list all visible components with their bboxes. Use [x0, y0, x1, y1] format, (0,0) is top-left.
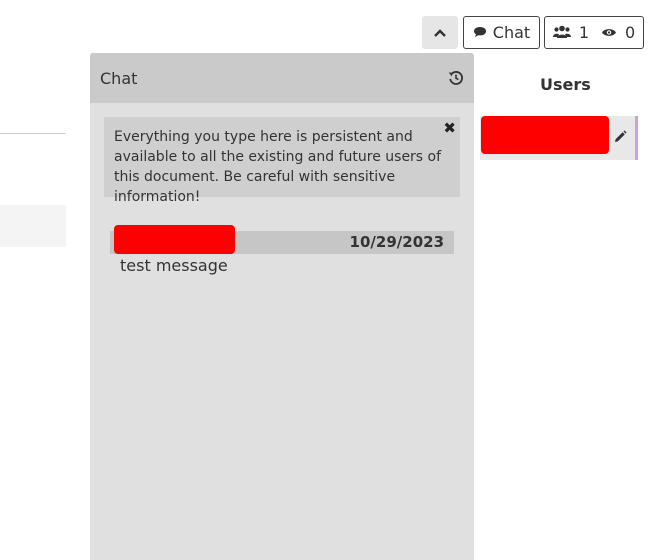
message-header: 10/29/2023 [110, 225, 454, 254]
chat-title: Chat [100, 68, 138, 88]
viewers-count: 0 [625, 23, 636, 42]
chevron-up-icon [433, 23, 447, 42]
warning-text: Everything you type here is persistent a… [114, 129, 442, 205]
comment-icon [473, 23, 487, 42]
chat-panel: Chat Everything you type here is persist… [90, 53, 474, 560]
chat-header: Chat [90, 53, 474, 103]
chat-toggle-button[interactable]: Chat [463, 16, 540, 49]
message-date: 10/29/2023 [349, 233, 444, 251]
message-author-redacted [114, 225, 235, 254]
divider [0, 133, 66, 134]
persistence-warning: Everything you type here is persistent a… [104, 117, 460, 205]
collapse-button[interactable] [422, 16, 458, 49]
message-text: test message [120, 256, 228, 275]
eye-icon [601, 23, 617, 42]
history-icon[interactable] [448, 70, 464, 86]
users-heading: Users [540, 75, 591, 94]
left-panel-item[interactable] [0, 205, 66, 247]
users-icon [552, 23, 571, 42]
pencil-icon[interactable] [613, 129, 627, 148]
chat-button-label: Chat [492, 23, 531, 42]
user-name-redacted [481, 116, 609, 154]
users-button[interactable]: 1 0 [544, 16, 644, 49]
users-count: 1 [578, 23, 589, 42]
user-list-item[interactable] [480, 116, 638, 160]
close-icon[interactable]: ✖ [443, 118, 456, 138]
